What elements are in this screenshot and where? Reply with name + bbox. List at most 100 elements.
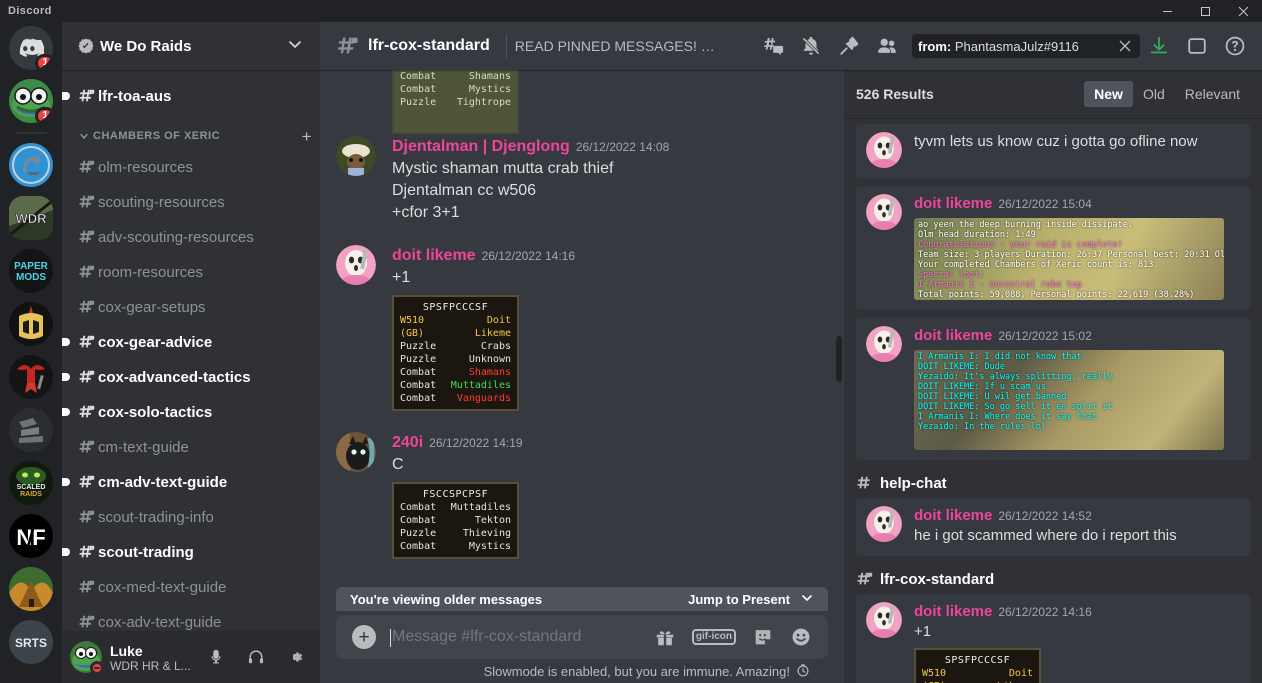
server-rail[interactable]: 1 1 WDR PAPER MODS SCALED RAIDS SRTS [0, 22, 62, 683]
channel-scout-trading[interactable]: scout-trading [62, 535, 312, 569]
guild-pepe-server[interactable]: 1 [9, 79, 53, 123]
notification-off-icon[interactable] [797, 32, 825, 60]
emoji-icon[interactable] [790, 626, 812, 648]
game-screenshot[interactable]: ao yeen the deep burning inside dissipat… [914, 218, 1224, 300]
message-partial-top: Combat Shamans Combat Mystics Puzzle Tightrop… [320, 70, 844, 134]
tab-old[interactable]: Old [1133, 81, 1175, 107]
members-icon[interactable] [873, 32, 901, 60]
message-author[interactable]: doit likeme [392, 245, 476, 267]
result-group-lfr-cox-standard[interactable]: lfr-cox-standard [856, 570, 1250, 588]
avatar[interactable] [866, 506, 902, 542]
channel-topic[interactable]: READ PINNED MESSAGES! ---> [515, 38, 715, 54]
inbox-download-icon[interactable] [1145, 32, 1173, 60]
search-results-list[interactable]: tyvm lets us know cuz i gotta go ofline … [844, 118, 1262, 683]
gif-icon[interactable]: gif-icon [691, 629, 736, 645]
message-list[interactable]: Combat Shamans Combat Mystics Puzzle Tightrop… [320, 70, 844, 615]
avatar[interactable] [70, 641, 104, 675]
avatar[interactable] [866, 326, 902, 362]
guild-red-dragon-server[interactable] [9, 355, 53, 399]
maximize-icon[interactable] [1186, 0, 1224, 22]
channel-items[interactable]: olm-resources scouting-resources adv-scout… [62, 150, 320, 631]
category-chambers-of-xeric[interactable]: CHAMBERS OF XERIC + [62, 123, 320, 149]
guild-gold-helm-server[interactable] [9, 302, 53, 346]
message-author[interactable]: doit likeme [914, 194, 992, 214]
guild-paper-mods-server[interactable]: PAPER MODS [9, 249, 53, 293]
chat-scrollbar-thumb[interactable] [836, 336, 842, 382]
avatar[interactable] [336, 432, 376, 472]
channel-scout-trading-info[interactable]: scout-trading-info [70, 500, 312, 534]
search-result-card[interactable]: doit likeme 26/12/2022 14:16 +1 SPSFPCCCSF W… [856, 594, 1250, 683]
channel-adv-scouting-resources[interactable]: adv-scouting-resources [70, 220, 312, 254]
message-header: doit likeme 26/12/2022 14:16 [392, 245, 828, 267]
channel-scouting-resources[interactable]: scouting-resources [70, 185, 312, 219]
attach-file-icon[interactable]: + [352, 625, 376, 649]
guild-pyramid-server[interactable] [9, 567, 53, 611]
sticker-icon[interactable] [752, 626, 774, 648]
guild-discord-home[interactable]: 1 [9, 26, 53, 70]
threads-icon[interactable] [759, 32, 787, 60]
message-author[interactable]: Djentalman | Djenglong [392, 136, 570, 158]
channel-list[interactable]: lfr-toa-aus CHAMBERS OF XERIC + olm-reso… [62, 70, 320, 631]
minimize-icon[interactable] [1148, 0, 1186, 22]
chat-scrollbar[interactable] [836, 76, 842, 609]
search-result-card[interactable]: doit likeme 26/12/2022 14:52 he i got scam… [856, 498, 1250, 556]
message-input[interactable]: Message #lfr-cox-standard [390, 628, 654, 647]
search-result-card[interactable]: doit likeme 26/12/2022 15:04 ao yeen the d… [856, 186, 1250, 310]
search-result-card[interactable]: doit likeme 26/12/2022 15:02 I Armanis I: … [856, 318, 1250, 460]
avatar[interactable] [866, 194, 902, 230]
channel-cm-adv-text-guide[interactable]: cm-adv-text-guide [62, 465, 312, 499]
search-result-card[interactable]: tyvm lets us know cuz i gotta go ofline … [856, 124, 1250, 178]
gift-icon[interactable] [654, 626, 676, 648]
clear-search-icon[interactable] [1114, 39, 1136, 53]
channel-olm-resources[interactable]: olm-resources [70, 150, 312, 184]
chevron-down-icon[interactable] [800, 591, 814, 608]
chevron-down-icon[interactable] [286, 35, 304, 57]
game-screenshot[interactable]: I Armanis I: I did not know that DOIT LIK… [914, 350, 1224, 450]
game-chat-line: Total points: 59,088, Personal points: 2… [918, 290, 1195, 300]
message-line: +1 [392, 269, 411, 286]
guild-grey-anvil-server[interactable] [9, 408, 53, 452]
pin-icon[interactable] [835, 32, 863, 60]
channel-cox-gear-setups[interactable]: cox-gear-setups [70, 290, 312, 324]
channel-room-resources[interactable]: room-resources [70, 255, 312, 289]
guild-wdr-server[interactable]: WDR [9, 196, 53, 240]
result-group-help-chat[interactable]: help-chat [856, 474, 1250, 492]
channel-cox-med-text-guide[interactable]: cox-med-text-guide [70, 570, 312, 604]
guild-scaled-raids-server[interactable]: SCALED RAIDS [9, 461, 53, 505]
avatar[interactable] [866, 132, 902, 168]
close-icon[interactable] [1224, 0, 1262, 22]
tab-relevant[interactable]: Relevant [1175, 81, 1250, 107]
channel-cox-advanced-tactics[interactable]: cox-advanced-tactics [62, 360, 312, 394]
avatar[interactable] [336, 245, 376, 285]
verified-badge-icon [78, 38, 94, 54]
message-author[interactable]: doit likeme [914, 506, 992, 526]
channel-cox-adv-text-guide[interactable]: cox-adv-text-guide [70, 605, 312, 631]
gear-icon[interactable] [280, 641, 312, 673]
guild-nf-server[interactable]: NF [9, 514, 53, 558]
search-input[interactable]: from: PhantasmaJulz#9116 [912, 34, 1140, 58]
message-author[interactable]: doit likeme [914, 326, 992, 346]
avatar[interactable] [866, 602, 902, 638]
avatar[interactable] [336, 136, 376, 176]
message-composer[interactable]: + Message #lfr-cox-standard gif-icon [336, 615, 828, 659]
jump-to-present-bar[interactable]: You're viewing older messages Jump to Pr… [336, 587, 828, 611]
board-header-row: W510 (GB)Doit Likeme [922, 668, 1033, 683]
guild-srts-server[interactable]: SRTS [9, 620, 53, 664]
channel-cox-gear-advice[interactable]: cox-gear-advice [62, 325, 312, 359]
help-icon[interactable] [1221, 32, 1249, 60]
microphone-icon[interactable] [200, 641, 232, 673]
create-channel-icon[interactable]: + [302, 128, 312, 145]
guild-helmet-server[interactable] [9, 143, 53, 187]
guild-header[interactable]: We Do Raids [62, 22, 320, 70]
channel-cox-solo-tactics[interactable]: cox-solo-tactics [62, 395, 312, 429]
headphones-icon[interactable] [240, 641, 272, 673]
jump-to-present-label[interactable]: Jump to Present [688, 592, 790, 607]
inbox-icon[interactable] [1183, 32, 1211, 60]
status-dnd-indicator [90, 661, 104, 675]
message-line: +cfor 3+1 [392, 204, 460, 221]
message-author[interactable]: 240i [392, 432, 423, 454]
message-author[interactable]: doit likeme [914, 602, 992, 622]
channel-cm-text-guide[interactable]: cm-text-guide [70, 430, 312, 464]
tab-new[interactable]: New [1084, 81, 1133, 107]
channel-lfr-toa-aus[interactable]: lfr-toa-aus [62, 79, 312, 113]
